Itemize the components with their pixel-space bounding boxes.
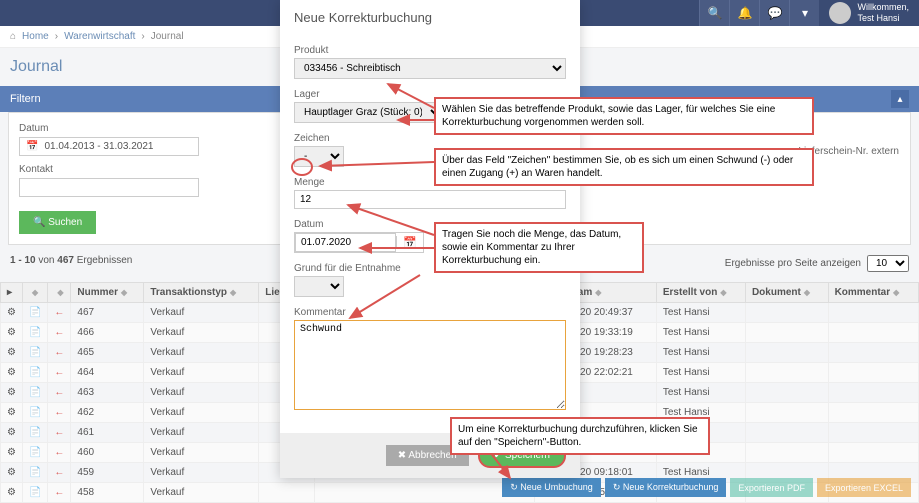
user-name: Test Hansi xyxy=(857,13,909,24)
lager-select[interactable]: Hauptlager Graz (Stück: 0) xyxy=(294,102,444,123)
welcome-label: Willkommen, xyxy=(857,2,909,13)
kommentar-textarea[interactable]: Schwund xyxy=(294,320,566,410)
search-icon[interactable]: 🔍 xyxy=(699,0,729,26)
expand-icon[interactable]: ⚙ xyxy=(1,363,23,383)
neue-umbuchung-button[interactable]: ↻ Neue Umbuchung xyxy=(502,478,601,497)
breadcrumb-l2: Journal xyxy=(151,31,184,42)
calendar-icon: 📅 xyxy=(26,141,38,152)
arrow-left-icon: ← xyxy=(48,323,71,343)
arrow-left-icon: ← xyxy=(48,443,71,463)
arrow-left-icon: ← xyxy=(48,483,71,503)
date-label: Datum xyxy=(19,123,199,134)
search-button[interactable]: 🔍 Suchen xyxy=(19,211,96,234)
annotation-1: Wählen Sie das betreffende Produkt, sowi… xyxy=(434,97,814,135)
zeichen-select[interactable]: - xyxy=(294,146,344,167)
col-typ[interactable]: Transaktionstyp◆ xyxy=(144,283,259,303)
doc-icon[interactable]: 📄 xyxy=(22,323,47,343)
chat-icon[interactable]: 💬 xyxy=(759,0,789,26)
col-erstellt-von[interactable]: Erstellt von◆ xyxy=(656,283,745,303)
page-size-label: Ergebnisse pro Seite anzeigen xyxy=(725,258,861,269)
neue-korrektur-button[interactable]: ↻ Neue Korrekturbuchung xyxy=(605,478,727,497)
dropdown-icon[interactable]: ▾ xyxy=(789,0,819,26)
menge-input[interactable] xyxy=(294,190,566,209)
export-xlsx-button[interactable]: Exportieren EXCEL xyxy=(817,478,911,497)
doc-icon[interactable]: 📄 xyxy=(22,303,47,323)
user-menu[interactable]: Willkommen, Test Hansi xyxy=(819,2,909,24)
expand-icon[interactable]: ⚙ xyxy=(1,343,23,363)
annotation-3: Tragen Sie noch die Menge, das Datum, so… xyxy=(434,222,644,273)
doc-icon[interactable]: 📄 xyxy=(22,363,47,383)
breadcrumb-home[interactable]: Home xyxy=(22,31,49,42)
col-nummer[interactable]: Nummer◆ xyxy=(71,283,144,303)
arrow-left-icon: ← xyxy=(48,343,71,363)
arrow-left-icon: ← xyxy=(48,303,71,323)
doc-icon[interactable]: 📄 xyxy=(22,343,47,363)
calendar-icon[interactable]: 📅 xyxy=(396,236,423,249)
avatar xyxy=(829,2,851,24)
expand-icon[interactable]: ⚙ xyxy=(1,463,23,483)
modal-title: Neue Korrekturbuchung xyxy=(280,0,580,35)
kontakt-label: Kontakt xyxy=(19,164,199,175)
page-size-select[interactable]: 10 xyxy=(867,255,909,272)
expand-icon[interactable]: ⚙ xyxy=(1,403,23,423)
doc-icon[interactable]: 📄 xyxy=(22,483,47,503)
filter-bar-label: Filtern xyxy=(10,93,41,105)
grund-select[interactable] xyxy=(294,276,344,297)
annotation-2: Über das Feld "Zeichen" bestimmen Sie, o… xyxy=(434,148,814,186)
doc-icon[interactable]: 📄 xyxy=(22,383,47,403)
expand-icon[interactable]: ⚙ xyxy=(1,483,23,503)
kontakt-input[interactable] xyxy=(19,178,199,197)
expand-icon[interactable]: ⚙ xyxy=(1,383,23,403)
date-range-input[interactable]: 📅 01.04.2013 - 31.03.2021 xyxy=(19,137,199,156)
export-pdf-button[interactable]: Exportieren PDF xyxy=(730,478,813,497)
kommentar-label: Kommentar xyxy=(294,307,566,318)
home-icon[interactable]: ⌂ xyxy=(10,31,16,42)
arrow-left-icon: ← xyxy=(48,383,71,403)
expand-icon[interactable]: ⚙ xyxy=(1,323,23,343)
produkt-label: Produkt xyxy=(294,45,566,56)
arrow-left-icon: ← xyxy=(48,363,71,383)
collapse-icon[interactable]: ▴ xyxy=(891,90,909,108)
doc-icon[interactable]: 📄 xyxy=(22,443,47,463)
doc-icon[interactable]: 📄 xyxy=(22,403,47,423)
expand-icon[interactable]: ⚙ xyxy=(1,303,23,323)
col-kommentar[interactable]: Kommentar◆ xyxy=(828,283,918,303)
breadcrumb-l1[interactable]: Warenwirtschaft xyxy=(64,31,135,42)
arrow-left-icon: ← xyxy=(48,423,71,443)
arrow-left-icon: ← xyxy=(48,463,71,483)
arrow-left-icon: ← xyxy=(48,403,71,423)
col-dokument[interactable]: Dokument◆ xyxy=(745,283,828,303)
action-bar: ↻ Neue Umbuchung ↻ Neue Korrekturbuchung… xyxy=(502,474,911,501)
produkt-select[interactable]: 033456 - Schreibtisch xyxy=(294,58,566,79)
expand-icon[interactable]: ⚙ xyxy=(1,423,23,443)
annotation-4: Um eine Korrekturbuchung durchzuführen, … xyxy=(450,417,710,455)
doc-icon[interactable]: 📄 xyxy=(22,463,47,483)
bell-icon[interactable]: 🔔 xyxy=(729,0,759,26)
doc-icon[interactable]: 📄 xyxy=(22,423,47,443)
datum-input[interactable]: 📅 xyxy=(294,232,424,253)
expand-icon[interactable]: ⚙ xyxy=(1,443,23,463)
